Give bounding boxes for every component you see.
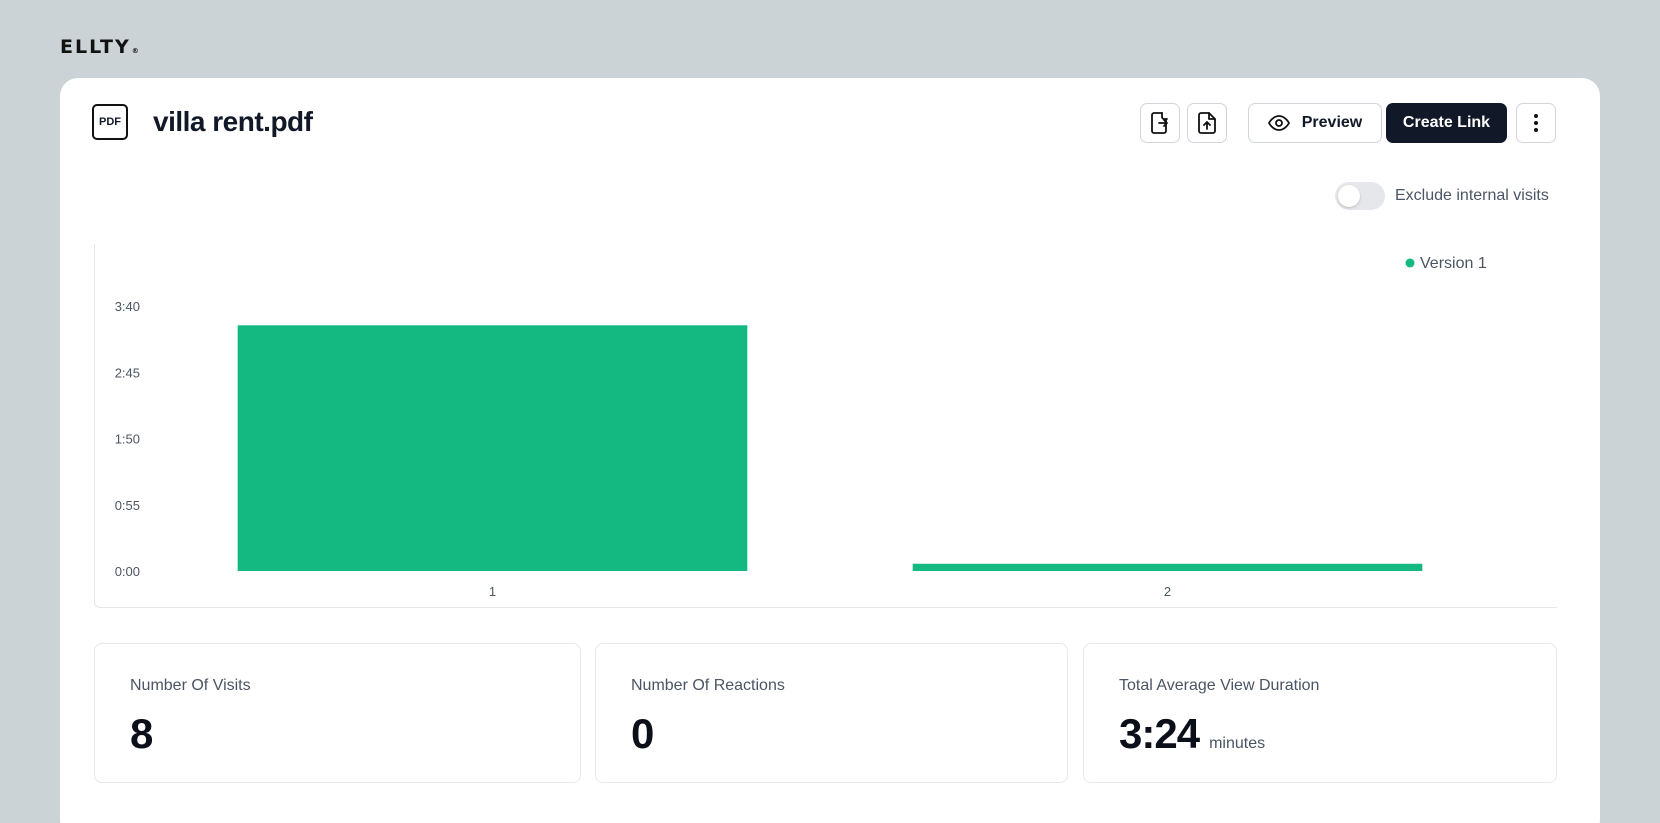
stat-label: Number Of Visits	[130, 677, 251, 694]
chart-canvas: 0:00 0:55 1:50 2:45 3:40 1 2 Version 1	[115, 255, 1487, 599]
eye-icon	[1267, 115, 1290, 131]
bar-1	[237, 325, 748, 571]
registered-mark: ®	[131, 47, 139, 55]
upload-file-button[interactable]	[1187, 103, 1227, 143]
stat-value: 8	[130, 710, 153, 758]
toggle-knob	[1338, 185, 1360, 207]
stat-number: 8	[130, 710, 153, 757]
create-link-label: Create Link	[1402, 114, 1491, 131]
preview-label: Preview	[1301, 114, 1363, 131]
ellty-logo[interactable]: ELLTY®	[60, 36, 139, 58]
y-tick-label: 0:55	[115, 498, 140, 513]
y-tick-label: 0:00	[115, 564, 140, 579]
legend-swatch	[1405, 258, 1415, 268]
y-tick-label: 3:40	[115, 299, 140, 314]
stat-number: 3:24	[1119, 710, 1200, 757]
stat-unit: minutes	[1209, 735, 1266, 752]
reactions-stat-card: Number Of Reactions 0	[595, 643, 1068, 783]
document-analytics-card: PDF villa rent.pdf Preview Create Link E…	[60, 78, 1600, 823]
create-link-button[interactable]: Create Link	[1386, 103, 1507, 143]
exclude-internal-visits-control: Exclude internal visits	[1335, 182, 1549, 210]
file-type-badge: PDF	[99, 116, 121, 128]
replace-file-button[interactable]	[1140, 103, 1180, 143]
more-vertical-icon	[1534, 114, 1538, 132]
x-tick-label: 1	[489, 584, 496, 599]
document-title: villa rent.pdf	[153, 106, 313, 137]
exclude-internal-visits-label: Exclude internal visits	[1395, 187, 1549, 204]
legend-label: Version 1	[1420, 255, 1487, 272]
view-duration-chart: 0:00 0:55 1:50 2:45 3:40 1 2 Version 1	[94, 244, 1557, 608]
visits-stat-card: Number Of Visits 8	[94, 643, 581, 783]
pdf-file-icon: PDF	[92, 104, 128, 140]
y-tick-label: 1:50	[115, 432, 140, 447]
file-upload-icon	[1198, 112, 1216, 134]
x-tick-label: 2	[1164, 584, 1171, 599]
bar-2	[912, 563, 1423, 571]
stat-label: Total Average View Duration	[1119, 677, 1320, 694]
stat-number: 0	[631, 710, 654, 757]
avg-view-duration-stat-card: Total Average View Duration 3:24 minutes	[1083, 643, 1557, 783]
stat-label: Number Of Reactions	[631, 677, 785, 694]
stat-value: 3:24 minutes	[1119, 710, 1265, 758]
y-tick-label: 2:45	[115, 365, 140, 380]
exclude-internal-visits-toggle[interactable]	[1335, 182, 1385, 210]
preview-button[interactable]: Preview	[1248, 103, 1382, 143]
logo-text: ELLTY	[60, 36, 131, 58]
more-options-button[interactable]	[1516, 103, 1556, 143]
file-replace-icon	[1151, 112, 1168, 134]
stat-value: 0	[631, 710, 654, 758]
